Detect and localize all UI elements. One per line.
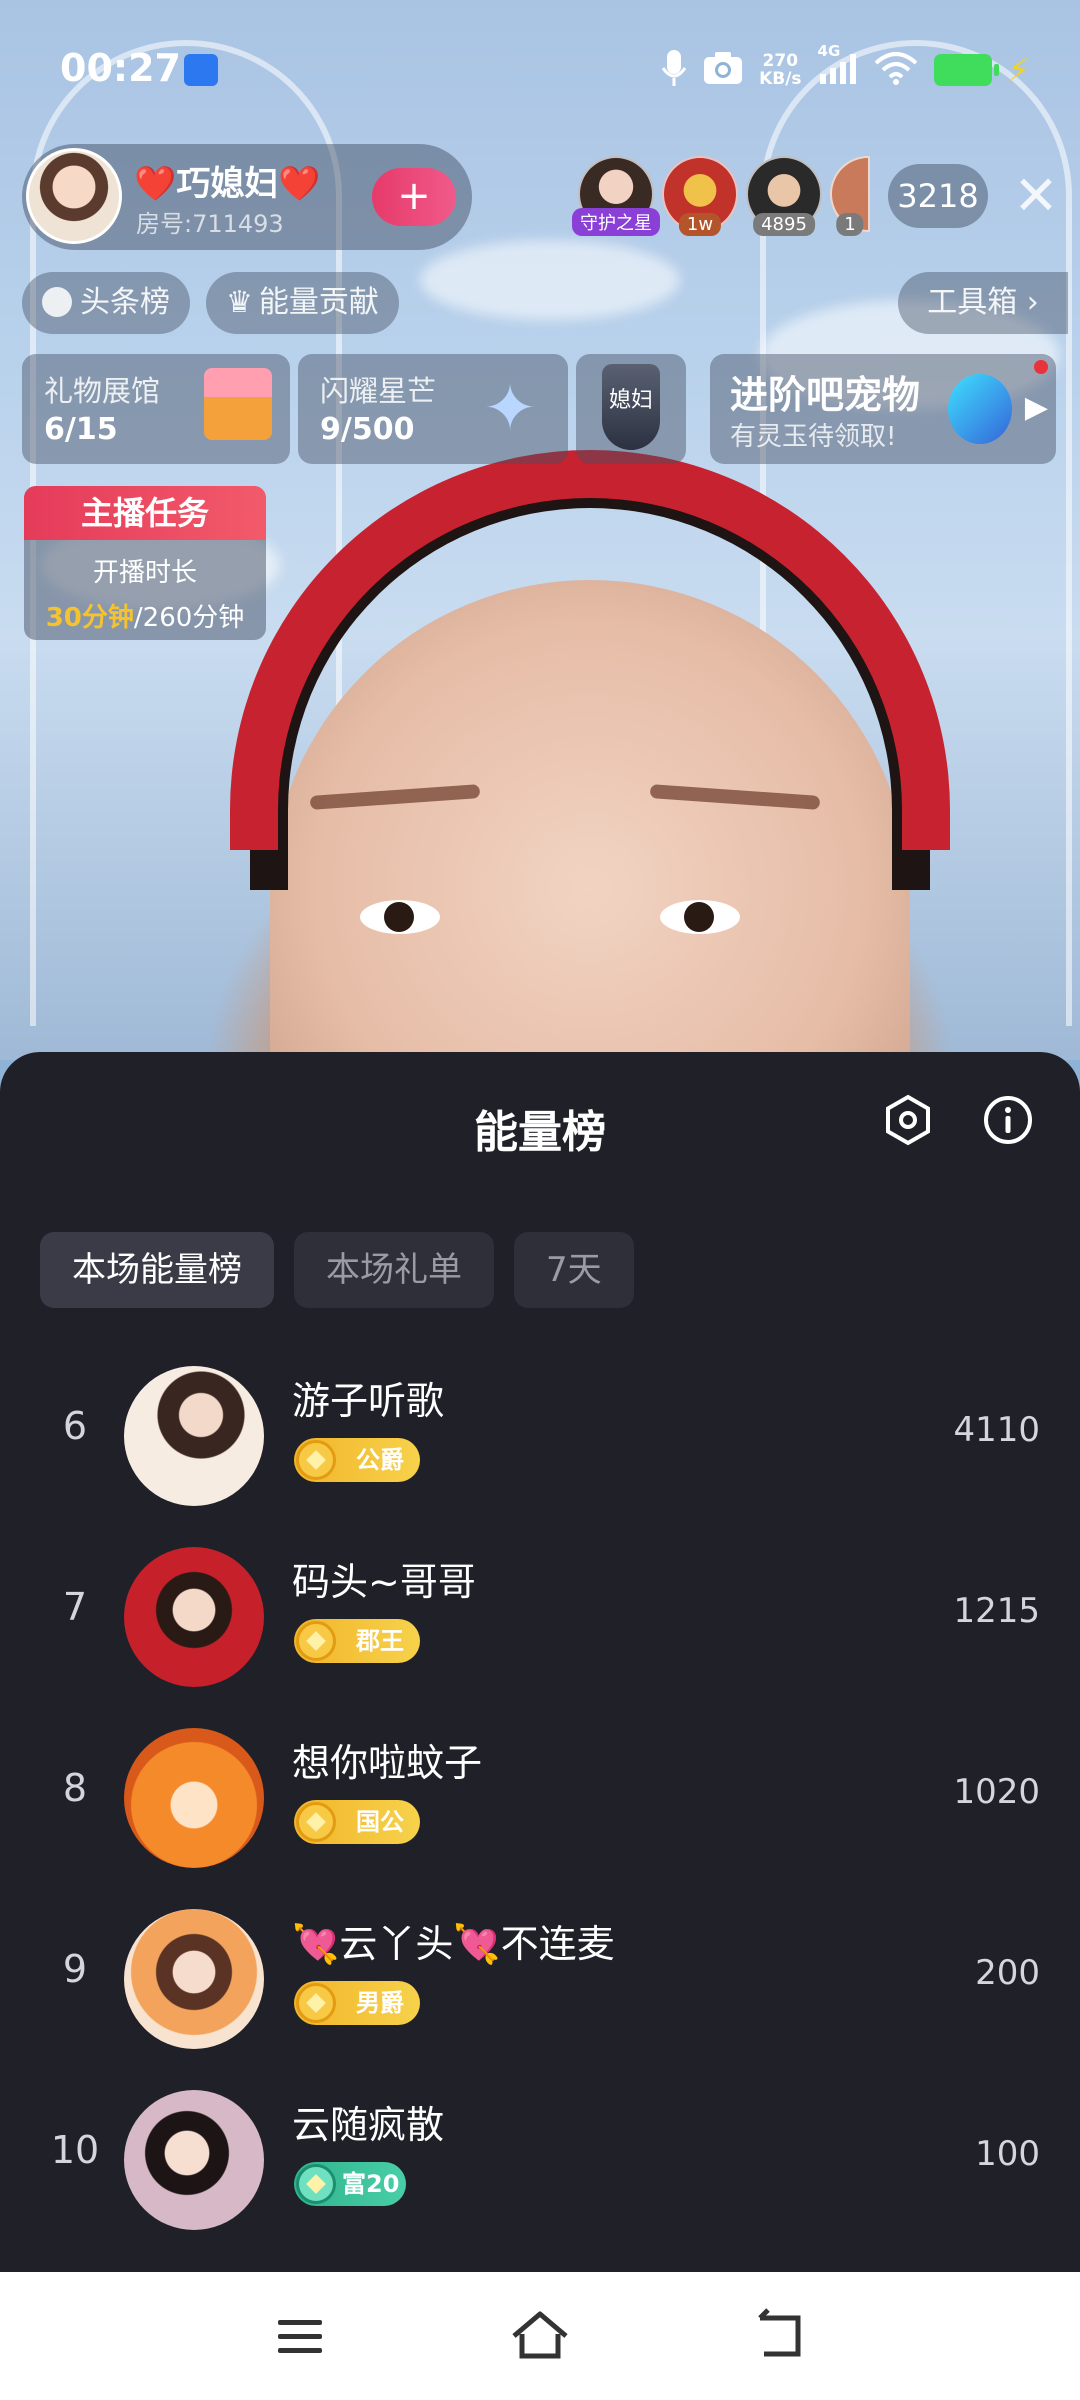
- network-speed: 270 KB/s: [759, 51, 802, 89]
- rank-number: 6: [62, 1404, 88, 1448]
- top-viewers: 守护之星 1w 4895 1: [572, 156, 870, 236]
- follow-button[interactable]: +: [372, 168, 456, 226]
- battery-icon: [933, 54, 999, 86]
- list-item[interactable]: 6 游子听歌 公爵 4110: [0, 1358, 1080, 1539]
- tab-7-days[interactable]: 7天: [514, 1232, 634, 1308]
- host-name: ❤️巧媳妇❤️: [134, 164, 321, 204]
- badge-icon: [296, 1621, 336, 1661]
- ranking-tabs: 本场能量榜 本场礼单 7天: [40, 1232, 634, 1308]
- charging-icon: ⚡: [1007, 51, 1030, 89]
- shining-star-panel[interactable]: 闪耀星芒 9/500 ✦: [298, 354, 568, 464]
- viewer-avatar[interactable]: 1: [830, 156, 870, 236]
- list-item[interactable]: 7 码头~哥哥 郡王 1215: [0, 1539, 1080, 1720]
- screen-cast-icon: [184, 54, 218, 86]
- list-item[interactable]: 9 💘云丫头💘不连麦 男爵 200: [0, 1901, 1080, 2082]
- avatar[interactable]: [124, 1547, 264, 1687]
- gift-icon: [204, 368, 272, 440]
- viewer-avatar[interactable]: 4895: [746, 156, 822, 236]
- energy-score: 1215: [953, 1591, 1040, 1631]
- close-icon[interactable]: ✕: [1004, 164, 1068, 228]
- avatar[interactable]: [124, 2090, 264, 2230]
- badge-icon: [296, 2164, 336, 2204]
- drop-icon: [42, 287, 72, 317]
- energy-score: 200: [975, 1953, 1040, 1993]
- user-name: 💘云丫头💘不连麦: [292, 1922, 615, 1966]
- task-progress: 30分钟/260分钟: [45, 603, 245, 633]
- host-task-card[interactable]: 主播任务 开播时长 30分钟/260分钟: [24, 486, 266, 640]
- level-badge: 男爵: [294, 1981, 420, 2025]
- chevron-right-icon: ›: [1026, 285, 1039, 320]
- user-name: 码头~哥哥: [292, 1560, 476, 1604]
- fan-group-shield[interactable]: 媳妇: [576, 354, 686, 464]
- energy-ranking-sheet: 能量榜 本场能量榜 本场礼单 7天 6 游子听歌 公爵 4110 7 码头~哥哥…: [0, 1052, 1080, 2272]
- tab-session-gifts[interactable]: 本场礼单: [294, 1232, 494, 1308]
- user-name: 云随疯散: [292, 2103, 445, 2147]
- user-name: 想你啦蚊子: [292, 1741, 483, 1785]
- viewer-avatar[interactable]: 守护之星: [572, 156, 660, 236]
- energy-contribution-chip[interactable]: ♛ 能量贡献: [206, 272, 399, 334]
- level-badge: 公爵: [294, 1438, 420, 1482]
- badge-icon: [296, 1440, 336, 1480]
- crown-icon: ♛: [226, 285, 253, 320]
- wifi-icon: [874, 51, 918, 89]
- microphone-icon: [661, 48, 687, 92]
- viewer-badge: 1w: [678, 213, 722, 236]
- shield-icon: 媳妇: [602, 364, 660, 450]
- rank-number: 10: [50, 2128, 100, 2172]
- star-icon: ✦: [483, 372, 537, 446]
- avatar[interactable]: [124, 1366, 264, 1506]
- host-avatar[interactable]: [26, 148, 122, 244]
- energy-score: 4110: [953, 1410, 1040, 1450]
- avatar[interactable]: [124, 1909, 264, 2049]
- viewer-count[interactable]: 3218: [888, 164, 988, 228]
- badge-icon: [296, 1983, 336, 2023]
- navigation-bar: [0, 2272, 1080, 2400]
- gift-gallery-panel[interactable]: 礼物展馆 6/15: [22, 354, 290, 464]
- status-bar: 00:27 270 KB/s 4G ⚡: [0, 0, 1080, 140]
- viewer-badge: 4895: [753, 213, 815, 236]
- user-name: 游子听歌: [292, 1379, 445, 1423]
- rank-number: 7: [62, 1585, 88, 1629]
- rank-number: 9: [62, 1947, 88, 1991]
- task-header: 主播任务: [24, 486, 266, 540]
- menu-icon[interactable]: [268, 2304, 332, 2368]
- headline-rank-chip[interactable]: 头条榜: [22, 272, 190, 334]
- viewer-badge: 1: [836, 213, 864, 236]
- level-badge: 郡王: [294, 1619, 420, 1663]
- level-badge: 国公: [294, 1800, 420, 1844]
- camera-icon: [703, 51, 743, 89]
- wealth-badge: 富20: [294, 2162, 406, 2206]
- host-info[interactable]: ❤️巧媳妇❤️ 房号:711493 +: [22, 144, 472, 250]
- hexagon-settings-icon[interactable]: [882, 1094, 934, 1146]
- tab-session-energy[interactable]: 本场能量榜: [40, 1232, 274, 1308]
- rank-number: 8: [62, 1766, 88, 1810]
- pet-egg-icon: [948, 374, 1012, 444]
- toolbox-button[interactable]: 工具箱 ›: [898, 272, 1068, 334]
- list-item[interactable]: 10 云随疯散 富20 100: [0, 2082, 1080, 2263]
- viewer-badge: 守护之星: [572, 208, 660, 236]
- energy-score: 1020: [953, 1772, 1040, 1812]
- back-icon[interactable]: [748, 2304, 812, 2368]
- play-arrow-icon: ▶: [1024, 390, 1048, 425]
- room-number: 房号:711493: [136, 210, 284, 238]
- list-item[interactable]: 8 想你啦蚊子 国公 1020: [0, 1720, 1080, 1901]
- home-icon[interactable]: [508, 2304, 572, 2368]
- signal-icon: 4G: [818, 42, 858, 90]
- badge-icon: [296, 1802, 336, 1842]
- avatar[interactable]: [124, 1728, 264, 1868]
- viewer-avatar[interactable]: 1w: [662, 156, 738, 236]
- energy-score: 100: [975, 2134, 1040, 2174]
- notification-dot: [1034, 360, 1048, 374]
- status-time: 00:27: [60, 46, 181, 90]
- pet-promo-banner[interactable]: 进阶吧宠物 有灵玉待领取! ▶: [710, 354, 1056, 464]
- info-icon[interactable]: [982, 1094, 1034, 1146]
